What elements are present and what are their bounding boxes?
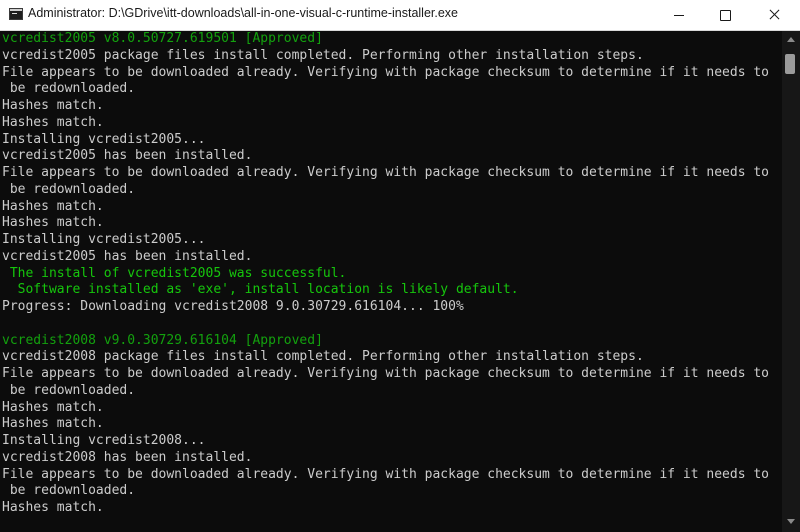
console-line: The install of vcredist2005 was successf… [2,265,347,281]
console-line: File appears to be downloaded already. V… [2,165,770,180]
close-button[interactable] [748,0,800,30]
console-line: Hashes match. [2,98,104,113]
window-title: Administrator: D:\GDrive\itt-downloads\a… [28,6,459,20]
console-line: Installing vcredist2008... [2,433,206,448]
console-line: be redownloaded. [2,81,136,97]
scroll-up-arrow-icon[interactable] [787,37,795,42]
console-line: Hashes match. [2,399,104,415]
console-line: vcredist2005 package files install compl… [2,47,644,63]
console-line: Installing vcredist2005... [2,131,206,147]
minimize-icon [674,15,684,16]
maximize-icon [720,10,731,21]
console-line: Hashes match. [2,416,104,432]
close-icon [768,8,780,20]
console-line: vcredist2008 package files install compl… [2,349,644,365]
scroll-down-arrow-icon[interactable] [787,519,795,524]
console-line: be redownloaded. [2,382,136,398]
console-line: File appears to be downloaded already. V… [2,466,770,482]
console-line: Hashes match. [2,500,104,515]
maximize-button[interactable] [702,0,748,30]
console-line: Progress: Downloading vcredist2008 9.0.3… [2,299,464,314]
console-window: Administrator: D:\GDrive\itt-downloads\a… [0,0,800,532]
console-output[interactable]: vcredist2005 v8.0.50727.619501 [Approved… [0,31,782,532]
console-line: Software installed as 'exe', install loc… [2,282,519,298]
console-line: File appears to be downloaded already. V… [2,366,770,381]
minimize-button[interactable] [656,0,702,30]
console-line: Hashes match. [2,215,104,231]
console-line: Hashes match. [2,114,104,130]
console-line: Installing vcredist2005... [2,232,206,247]
console-line: be redownloaded. [2,181,136,197]
title-bar[interactable]: Administrator: D:\GDrive\itt-downloads\a… [0,0,800,31]
scrollbar-thumb[interactable] [785,54,795,74]
console-window-icon[interactable] [9,8,23,20]
console-line: be redownloaded. [2,483,136,499]
vertical-scrollbar[interactable] [782,31,800,532]
console-line: vcredist2008 has been installed. [2,449,253,465]
console-line: vcredist2005 has been installed. [2,148,253,164]
console-line: vcredist2005 has been installed. [2,248,253,264]
console-line: vcredist2008 v9.0.30729.616104 [Approved… [2,332,323,348]
console-line: File appears to be downloaded already. V… [2,64,770,80]
console-line: Hashes match. [2,198,104,214]
console-line: vcredist2005 v8.0.50727.619501 [Approved… [2,31,323,46]
